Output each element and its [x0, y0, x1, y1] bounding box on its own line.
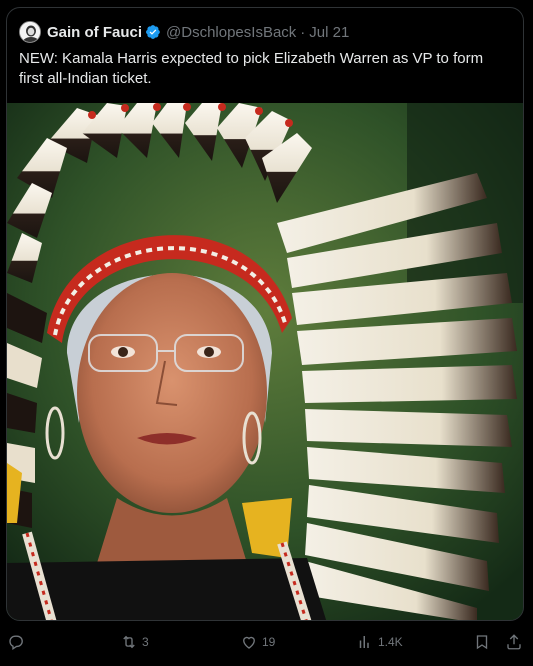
bookmark-icon	[476, 635, 488, 650]
views-icon	[359, 636, 369, 648]
reply-button[interactable]	[7, 633, 25, 651]
separator: ·	[300, 23, 306, 41]
author-name[interactable]: Gain of Fauci	[47, 24, 142, 41]
repost-icon	[123, 635, 135, 649]
verified-badge-icon	[145, 24, 161, 40]
repost-button[interactable]: 3	[120, 633, 149, 651]
share-button[interactable]	[505, 633, 523, 651]
tweet-header: Gain of Fauci @DschlopesIsBack · Jul 21	[19, 20, 349, 44]
post-date[interactable]: Jul 21	[309, 24, 349, 41]
like-icon	[243, 636, 255, 649]
headdress-portrait-image	[7, 103, 523, 620]
tweet-text: NEW: Kamala Harris expected to pick Eliz…	[19, 50, 484, 87]
view-count: 1.4K	[378, 635, 403, 649]
action-bar: 3 19 1.4K	[0, 625, 533, 657]
reply-icon	[9, 635, 23, 651]
handle[interactable]: @DschlopesIsBack	[166, 24, 296, 41]
repost-count: 3	[142, 635, 149, 649]
avatar[interactable]	[19, 21, 41, 43]
share-icon	[507, 634, 521, 650]
tweet-card[interactable]: Gain of Fauci @DschlopesIsBack · Jul 21 …	[6, 7, 524, 621]
like-button[interactable]: 19	[240, 633, 275, 651]
like-count: 19	[262, 635, 276, 649]
tweet-image[interactable]	[7, 103, 523, 620]
views-button[interactable]: 1.4K	[356, 633, 403, 651]
bookmark-button[interactable]	[473, 633, 491, 651]
